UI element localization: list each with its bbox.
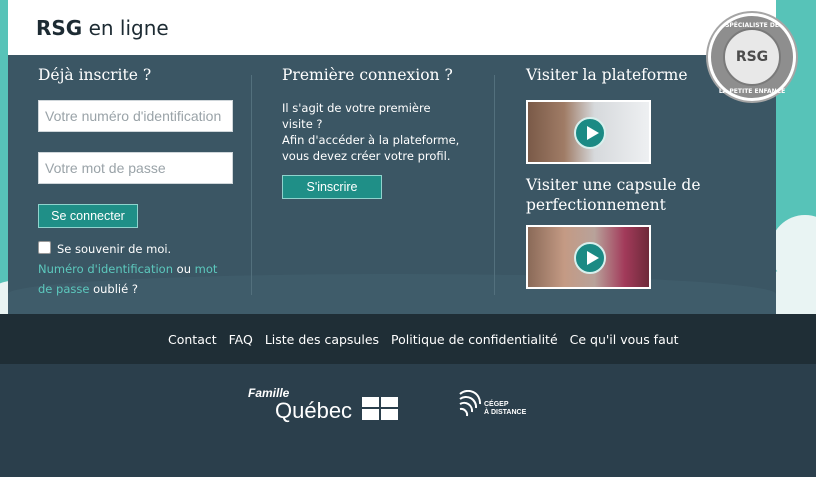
identification-input[interactable]: Votre numéro d'identification bbox=[38, 100, 233, 132]
capsule-heading-line2: perfectionnement bbox=[526, 196, 666, 214]
capsule-video-thumbnail[interactable] bbox=[526, 225, 651, 289]
site-logo[interactable]: RSG en ligne bbox=[36, 16, 169, 40]
column-divider bbox=[494, 75, 495, 295]
forgot-credentials-line2: de passe oublié ? bbox=[38, 282, 138, 296]
login-heading: Déjà inscrite ? bbox=[38, 66, 152, 84]
forgot-credentials-line1: Numéro d'identification ou mot bbox=[38, 262, 218, 276]
footer-link-capsules[interactable]: Liste des capsules bbox=[265, 332, 379, 347]
play-icon[interactable] bbox=[574, 117, 606, 149]
main-panel: Déjà inscrite ? Votre numéro d'identific… bbox=[8, 55, 776, 314]
footer-logos: Famille Québec CÉGEP À DISTANCE bbox=[0, 364, 816, 477]
forgot-id-link[interactable]: Numéro d'identification bbox=[38, 262, 173, 276]
quebec-flag-icon[interactable] bbox=[362, 397, 398, 420]
cegep-logo-text: CÉGEP À DISTANCE bbox=[484, 401, 527, 416]
password-input[interactable]: Votre mot de passe bbox=[38, 152, 233, 184]
footer-link-privacy[interactable]: Politique de confidentialité bbox=[391, 332, 558, 347]
footer-link-faq[interactable]: FAQ bbox=[229, 332, 253, 347]
cegep-logo-icon[interactable] bbox=[458, 390, 482, 418]
remember-me-label: Se souvenir de moi. bbox=[57, 242, 172, 256]
footer-links: Contact FAQ Liste des capsules Politique… bbox=[168, 332, 687, 347]
rsg-specialist-badge: SPÉCIALISTE DE RSG LA PETITE ENFANCE bbox=[708, 13, 796, 101]
play-icon[interactable] bbox=[574, 242, 606, 274]
capsule-heading-line1: Visiter une capsule de bbox=[526, 176, 701, 194]
login-button[interactable]: Se connecter bbox=[38, 204, 138, 228]
forgot-password-link-cont[interactable]: de passe bbox=[38, 282, 89, 296]
header: RSG en ligne bbox=[8, 0, 776, 55]
forgot-password-link[interactable]: mot bbox=[195, 262, 218, 276]
visit-platform-heading: Visiter la plateforme bbox=[526, 66, 688, 84]
platform-video-thumbnail[interactable] bbox=[526, 100, 651, 164]
footer-nav: Contact FAQ Liste des capsules Politique… bbox=[0, 314, 816, 364]
first-login-heading: Première connexion ? bbox=[282, 66, 453, 84]
footer-link-requirements[interactable]: Ce qu'il vous faut bbox=[570, 332, 679, 347]
first-login-text: Il s'agit de votre première visite ? Afi… bbox=[282, 101, 460, 163]
quebec-label: Québec bbox=[275, 398, 353, 423]
footer-link-contact[interactable]: Contact bbox=[168, 332, 217, 347]
remember-me-checkbox[interactable] bbox=[38, 241, 51, 254]
column-divider bbox=[251, 75, 252, 295]
signup-button[interactable]: S'inscrire bbox=[282, 175, 382, 199]
